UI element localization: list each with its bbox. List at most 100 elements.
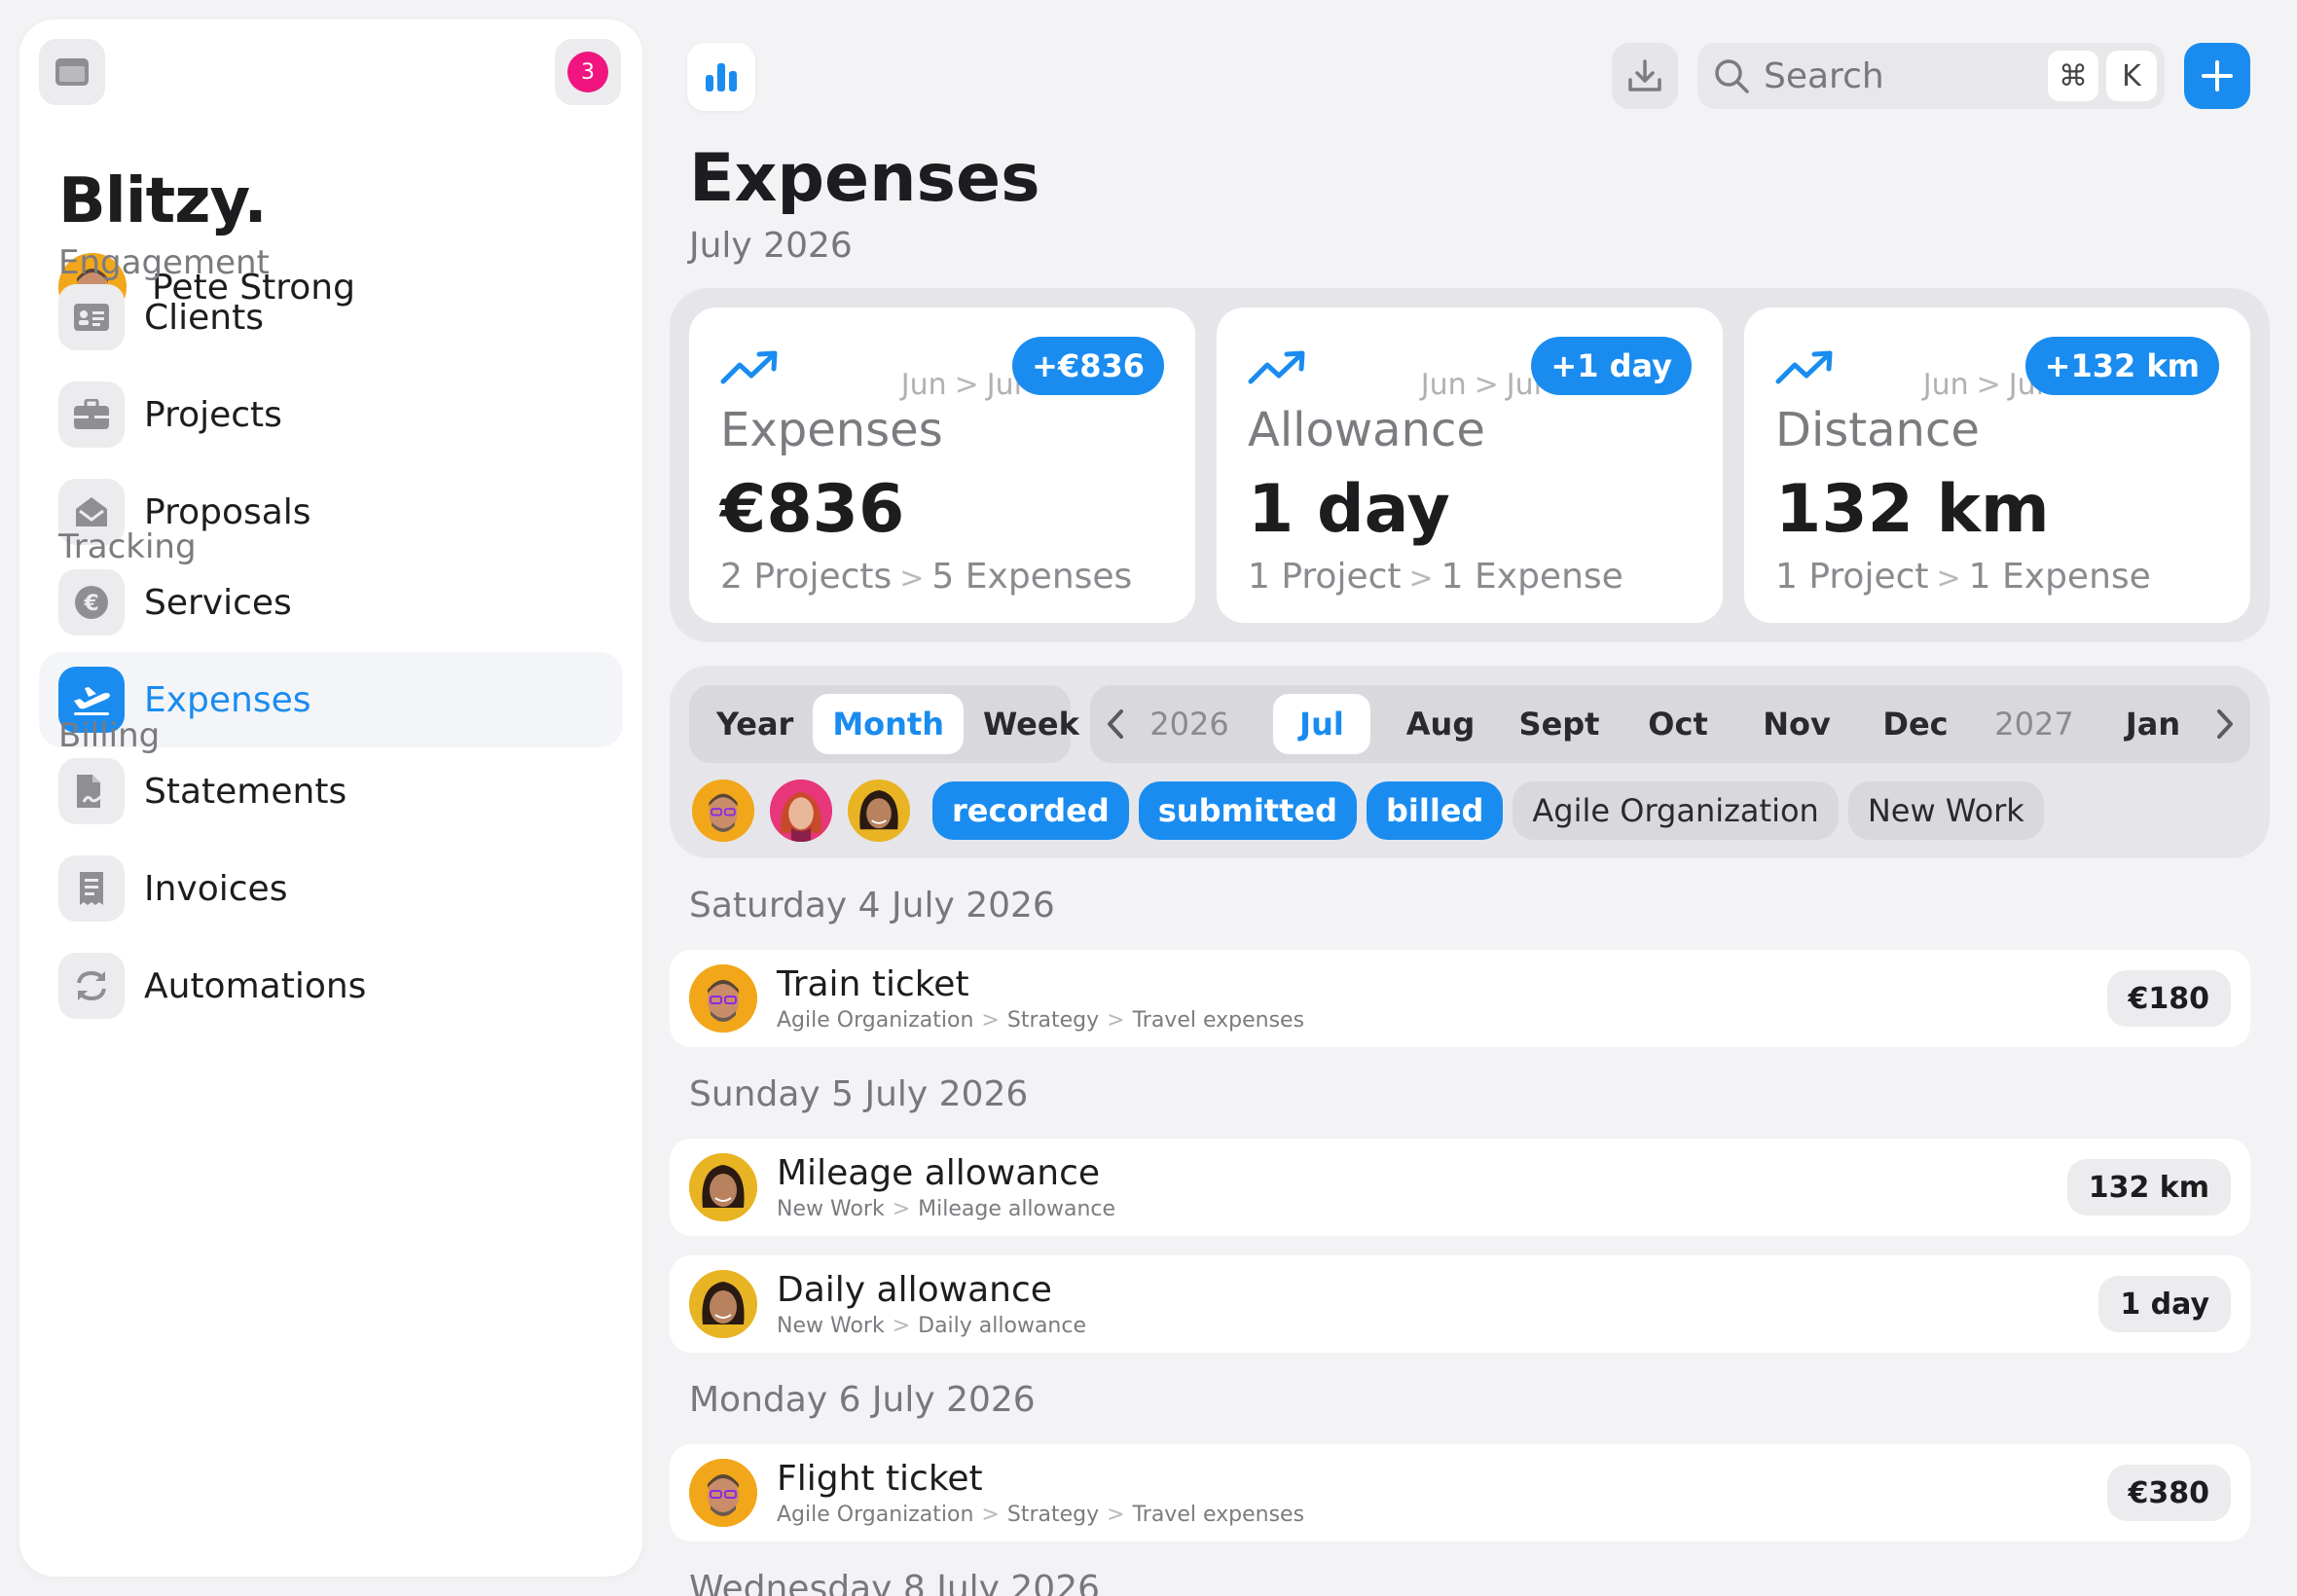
period-selector: Year Month Week [689,685,1079,763]
file-signature-icon [58,758,125,824]
shortcut-key-command: ⌘ [2048,51,2098,101]
sidebar-item-statements[interactable]: Statements [39,744,623,839]
stat-range: Jun > Jul [900,368,1022,402]
member-filter-avatar[interactable] [845,777,913,845]
day-header: Sunday 5 July 2026 [689,1074,1029,1114]
expense-title: Flight ticket [777,1458,983,1499]
avatar [689,1153,757,1221]
sidebar-item-label: Statements [144,771,347,812]
sidebar-item-automations[interactable]: Automations [39,938,623,1034]
expense-breadcrumb: Agile Organization > Strategy > Travel expen… [777,1502,1305,1527]
stat-card-distance[interactable]: Jun > Jul +132 km Distance 132 km 1 Projec… [1744,308,2250,623]
sidebar-item-invoices[interactable]: Invoices [39,841,623,936]
notifications-button[interactable]: 3 [555,39,621,105]
expense-breadcrumb: Agile Organization > Strategy > Travel expen… [777,1007,1305,1033]
expense-amount: 1 day [2098,1276,2231,1332]
stat-breakdown: 1 Project >1 Expense [1775,557,2151,597]
stats-panel: Jun > Jul +€836 Expenses €836 2 Projects >5… [670,288,2270,642]
expense-breadcrumb: New Work > Mileage allowance [777,1196,1116,1221]
member-filter-avatar[interactable] [689,777,757,845]
euro-icon: € [58,569,125,635]
stats-view-button[interactable] [687,43,755,111]
expense-title: Train ticket [777,963,969,1004]
page-subtitle: July 2026 [689,226,853,266]
search-input[interactable]: Search ⌘ K [1697,43,2165,109]
period-year[interactable]: Year [697,694,813,754]
delta-badge: +132 km [2024,337,2219,395]
expense-amount: 132 km [2066,1159,2231,1215]
stat-card-expenses[interactable]: Jun > Jul +€836 Expenses €836 2 Projects >5… [689,308,1195,623]
chevron-right-icon[interactable] [2213,708,2237,740]
trend-up-icon [1248,350,1305,384]
stat-breakdown: 1 Project >1 Expense [1248,557,1623,597]
expense-amount: €380 [2106,1465,2231,1521]
stat-label: Allowance [1248,403,1485,457]
shortcut-key-k: K [2106,51,2157,101]
sidebar-item-label: Services [144,582,292,623]
month-selector: 2026 Jul Aug Sept Oct Nov Dec 2027 Jan [1090,685,2250,763]
sidebar-item-label: Projects [144,394,282,435]
expense-amount: €180 [2106,970,2231,1027]
period-week[interactable]: Week [964,694,1099,754]
status-chip-billed[interactable]: billed [1366,781,1504,840]
stat-card-allowance[interactable]: Jun > Jul +1 day Allowance 1 day 1 Project… [1217,308,1723,623]
search-icon [1715,59,1749,93]
period-month[interactable]: Month [813,694,964,754]
sidebar-item-services[interactable]: € Services [39,555,623,650]
download-button[interactable] [1612,43,1678,109]
stat-value: €836 [720,471,905,548]
status-chip-recorded[interactable]: recorded [932,781,1129,840]
expense-row-daily-allowance[interactable]: Daily allowance New Work > Daily allowance… [670,1255,2250,1353]
avatar [689,964,757,1033]
month-nov[interactable]: Nov [1748,694,1845,754]
status-chip-submitted[interactable]: submitted [1138,781,1357,840]
delta-badge: +1 day [1531,337,1692,395]
sidebar-item-label: Expenses [144,679,311,720]
expense-text: Mileage allowance New Work > Mileage allow… [777,1152,2067,1221]
month-year-2027[interactable]: 2027 [1986,694,2083,754]
month-jan[interactable]: Jan [2104,694,2202,754]
trend-up-icon [1775,350,1833,384]
avatar [689,1270,757,1338]
month-sept[interactable]: Sept [1511,694,1608,754]
month-dec[interactable]: Dec [1867,694,1964,754]
add-expense-button[interactable] [2184,43,2250,109]
expense-row-flight-ticket[interactable]: Flight ticket Agile Organization > Strateg… [670,1444,2250,1542]
trend-up-icon [720,350,778,384]
sidebar-toggle-icon [55,58,89,86]
client-chip-agile-organization[interactable]: Agile Organization [1513,781,1839,840]
receipt-icon [58,855,125,922]
month-aug[interactable]: Aug [1392,694,1489,754]
plus-icon [2202,60,2233,91]
sidebar-item-label: Automations [144,965,367,1006]
month-jul[interactable]: Jul [1273,694,1370,754]
sync-icon [58,953,125,1019]
day-header: Monday 6 July 2026 [689,1380,1036,1420]
expense-row-mileage-allowance[interactable]: Mileage allowance New Work > Mileage allow… [670,1139,2250,1236]
sidebar-toggle-button[interactable] [39,39,105,105]
chevron-left-icon[interactable] [1104,708,1127,740]
notification-badge: 3 [567,52,608,92]
delta-badge: +€836 [1012,337,1164,395]
id-card-icon [58,284,125,350]
stat-value: 132 km [1775,471,2050,548]
sidebar-item-label: Clients [144,297,264,338]
sidebar-item-projects[interactable]: Projects [39,367,623,462]
expense-row-train-ticket[interactable]: Train ticket Agile Organization > Strategy… [670,950,2250,1047]
day-header: Saturday 4 July 2026 [689,886,1055,925]
expense-title: Daily allowance [777,1269,1052,1310]
expense-text: Train ticket Agile Organization > Strategy… [777,963,2107,1033]
stat-breakdown: 2 Projects >5 Expenses [720,557,1133,597]
expense-title: Mileage allowance [777,1152,1101,1193]
member-filter-avatar[interactable] [767,777,835,845]
sidebar-item-label: Invoices [144,868,288,909]
sidebar-item-clients[interactable]: Clients [39,270,623,365]
month-oct[interactable]: Oct [1629,694,1727,754]
stat-label: Expenses [720,403,943,457]
svg-text:€: € [83,592,98,616]
client-chip-new-work[interactable]: New Work [1847,781,2044,840]
briefcase-icon [58,381,125,448]
stat-range: Jun > Jul [1420,368,1542,402]
expense-text: Flight ticket Agile Organization > Strateg… [777,1458,2107,1527]
month-year-2026[interactable]: 2026 [1131,694,1248,754]
